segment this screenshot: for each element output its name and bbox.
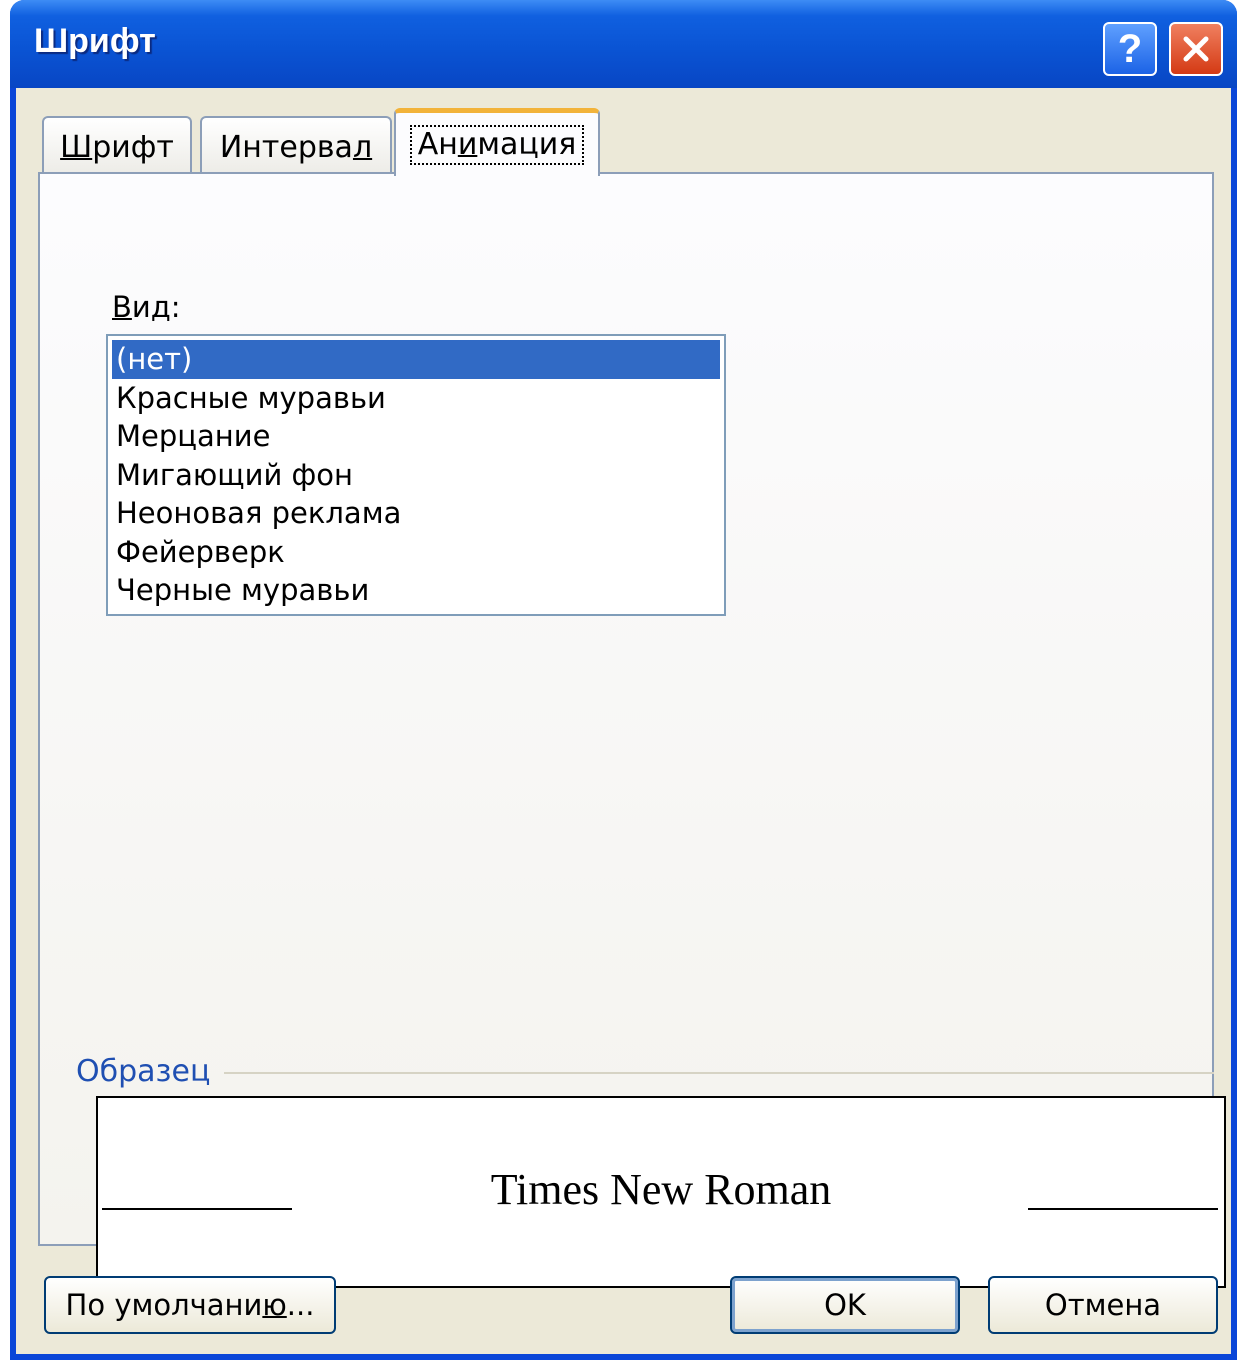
tab-label: Анимация <box>409 124 585 165</box>
tab-panel-animation: Вид: (нет) Красные муравьи Мерцание Мигающи… <box>38 172 1226 1288</box>
list-item[interactable]: Мигающий фон <box>112 456 720 495</box>
sample-group-label: Образец <box>76 1054 211 1089</box>
default-button[interactable]: По умолчанию... <box>44 1276 336 1334</box>
font-dialog: Шрифт ? Шрифт Интервал Вид: (нет) Красные… <box>10 0 1237 1360</box>
tab-label: Шрифт <box>60 129 174 165</box>
ok-button-label: OK <box>824 1288 866 1322</box>
help-button[interactable]: ? <box>1103 22 1157 76</box>
preview-rule-right <box>1028 1208 1218 1210</box>
list-item[interactable]: Фейерверк <box>112 533 720 572</box>
list-item[interactable]: (нет) <box>112 340 720 379</box>
default-button-label: По умолчанию... <box>65 1288 315 1322</box>
tab-label: Интервал <box>219 129 373 165</box>
animation-type-label: Вид: <box>112 290 181 324</box>
close-button[interactable] <box>1169 22 1223 76</box>
list-item[interactable]: Красные муравьи <box>112 379 720 418</box>
list-item[interactable]: Неоновая реклама <box>112 494 720 533</box>
dialog-body: Шрифт Интервал Вид: (нет) Красные муравьи… <box>16 88 1231 1354</box>
animation-listbox[interactable]: (нет) Красные муравьи Мерцание Мигающий фон… <box>106 334 726 616</box>
ok-button[interactable]: OK <box>730 1276 960 1334</box>
tab-spacing[interactable]: Интервал <box>200 116 392 176</box>
window-title: Шрифт <box>34 22 156 60</box>
help-icon: ? <box>1117 27 1143 71</box>
sample-preview: Times New Roman <box>96 1096 1226 1288</box>
cancel-button-label: Отмена <box>1044 1288 1162 1322</box>
tab-font[interactable]: Шрифт <box>42 116 192 176</box>
sample-group-divider <box>224 1072 1214 1074</box>
list-item[interactable]: Мерцание <box>112 417 720 456</box>
cancel-button[interactable]: Отмена <box>988 1276 1218 1334</box>
close-icon <box>1183 36 1209 62</box>
tab-animation[interactable]: Анимация <box>394 108 600 176</box>
list-item[interactable]: Черные муравьи <box>112 571 720 610</box>
title-bar[interactable]: Шрифт ? <box>10 0 1237 88</box>
